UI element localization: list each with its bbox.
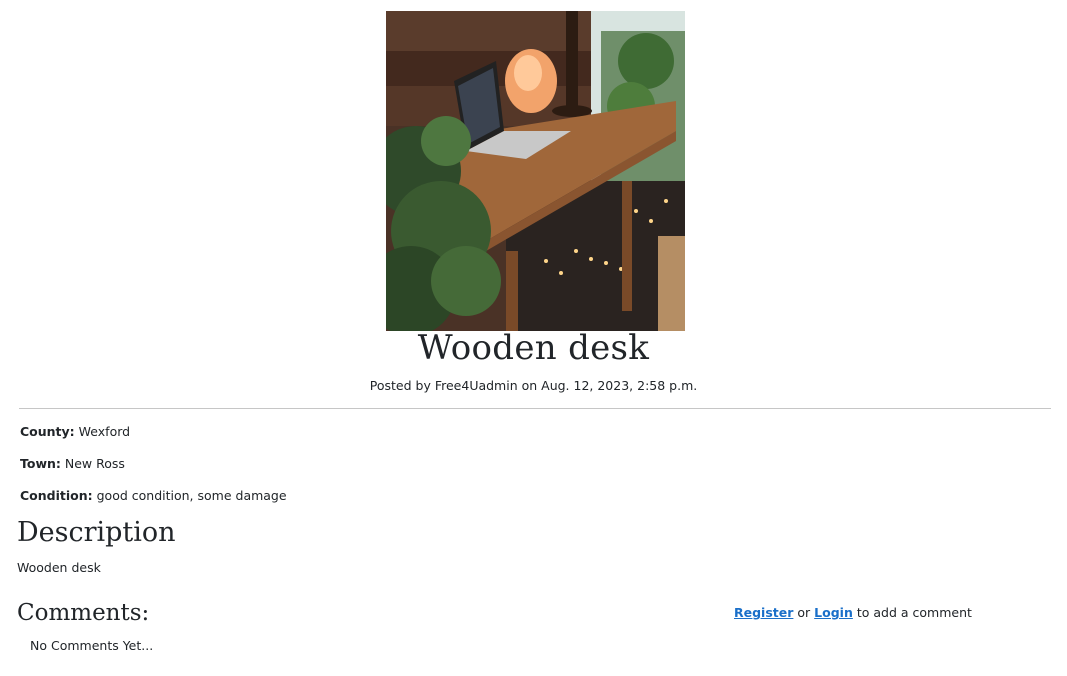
field-county: County: Wexford [20, 424, 130, 439]
auth-prompt: Register or Login to add a comment [734, 605, 972, 620]
login-link[interactable]: Login [814, 605, 853, 620]
auth-or-text: or [797, 605, 811, 620]
field-label: Town: [20, 456, 61, 471]
post-byline: Posted by Free4Uadmin on Aug. 12, 2023, … [369, 378, 698, 393]
description-text: Wooden desk [17, 560, 101, 575]
description-heading: Description [17, 517, 176, 548]
divider [19, 408, 1051, 409]
comments-heading: Comments: [17, 600, 150, 626]
register-link[interactable]: Register [734, 605, 793, 620]
field-town: Town: New Ross [20, 456, 125, 471]
post-image [386, 11, 685, 331]
field-label: Condition: [20, 488, 93, 503]
field-value: Wexford [78, 424, 131, 439]
auth-suffix-text: to add a comment [856, 605, 972, 620]
no-comments-text: No Comments Yet... [30, 638, 154, 653]
post-title: Wooden desk [417, 328, 650, 368]
field-label: County: [20, 424, 75, 439]
field-condition: Condition: good condition, some damage [20, 488, 287, 503]
field-value: good condition, some damage [96, 488, 287, 503]
field-value: New Ross [64, 456, 125, 471]
